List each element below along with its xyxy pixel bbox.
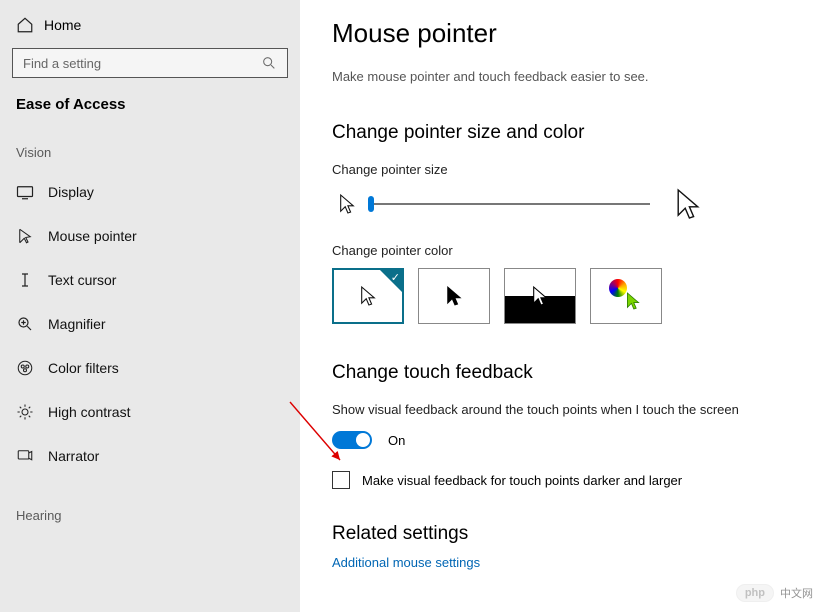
color-filters-icon [16,359,34,377]
section-related: Related settings [332,523,797,545]
small-cursor-icon [338,193,356,215]
change-color-label: Change pointer color [332,243,797,258]
app-title: Ease of Access [10,96,290,141]
color-option-white[interactable]: ✓ [332,268,404,324]
watermark: php 中文网 [736,584,813,602]
main-content: Mouse pointer Make mouse pointer and tou… [300,0,827,612]
narrator-icon [16,447,34,465]
sidebar: Home Ease of Access Vision Display Mouse… [0,0,300,612]
check-icon: ✓ [391,271,400,284]
toggle-knob [356,433,370,447]
touch-desc: Show visual feedback around the touch po… [332,402,797,417]
category-vision: Vision [10,141,290,170]
search-box[interactable] [12,48,288,78]
sidebar-item-label: Magnifier [48,316,106,332]
watermark-badge: php [736,584,774,602]
sidebar-item-label: Mouse pointer [48,228,137,244]
large-cursor-icon [674,187,702,221]
watermark-text: 中文网 [780,585,813,601]
search-input[interactable] [23,56,261,71]
sidebar-item-text-cursor[interactable]: Text cursor [10,258,290,302]
toggle-state-label: On [388,433,405,448]
section-size-color: Change pointer size and color [332,122,797,144]
pointer-color-options: ✓ [332,268,797,324]
sidebar-item-display[interactable]: Display [10,170,290,214]
touch-feedback-toggle[interactable] [332,431,372,449]
category-hearing: Hearing [10,478,290,533]
pointer-size-slider[interactable] [370,203,650,205]
sidebar-item-narrator[interactable]: Narrator [10,434,290,478]
sidebar-item-mouse-pointer[interactable]: Mouse pointer [10,214,290,258]
mouse-pointer-icon [16,227,34,245]
color-option-black[interactable] [418,268,490,324]
page-subtitle: Make mouse pointer and touch feedback ea… [332,69,797,84]
home-nav[interactable]: Home [10,12,290,48]
sidebar-item-label: Text cursor [48,272,116,288]
additional-mouse-settings-link[interactable]: Additional mouse settings [332,555,797,570]
display-icon [16,183,34,201]
high-contrast-icon [16,403,34,421]
slider-thumb[interactable] [368,196,374,212]
sidebar-item-color-filters[interactable]: Color filters [10,346,290,390]
sidebar-item-label: Display [48,184,94,200]
sidebar-item-label: Color filters [48,360,119,376]
sidebar-item-label: High contrast [48,404,130,420]
search-icon [261,55,277,71]
pointer-size-slider-row [338,187,797,221]
color-option-inverted[interactable] [504,268,576,324]
darker-larger-checkbox-row[interactable]: Make visual feedback for touch points da… [332,471,797,489]
text-cursor-icon [16,271,34,289]
sidebar-item-label: Narrator [48,448,99,464]
touch-feedback-toggle-row: On [332,431,797,449]
change-size-label: Change pointer size [332,162,797,177]
magnifier-icon [16,315,34,333]
checkbox-icon[interactable] [332,471,350,489]
home-label: Home [44,17,81,33]
color-option-custom[interactable] [590,268,662,324]
home-icon [16,16,34,34]
section-touch: Change touch feedback [332,362,797,384]
sidebar-item-high-contrast[interactable]: High contrast [10,390,290,434]
sidebar-item-magnifier[interactable]: Magnifier [10,302,290,346]
page-title: Mouse pointer [332,18,797,49]
checkbox-label: Make visual feedback for touch points da… [362,473,682,488]
